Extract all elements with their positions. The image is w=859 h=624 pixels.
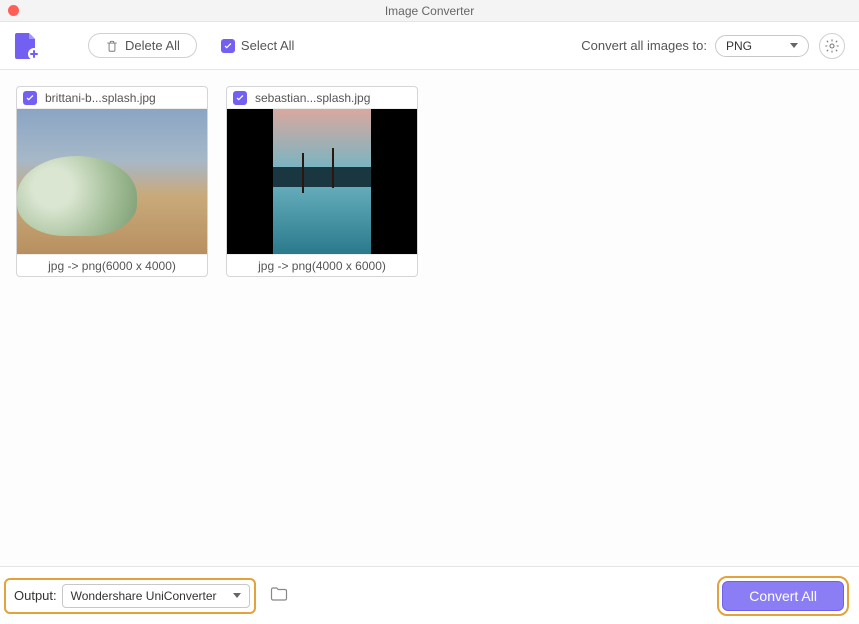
card-filename: brittani-b...splash.jpg [45,91,156,105]
convert-to-label: Convert all images to: [581,38,707,53]
gear-icon [824,38,840,54]
convert-all-button[interactable]: Convert All [722,581,844,611]
image-card[interactable]: sebastian...splash.jpg jpg -> png(4000 x… [226,86,418,277]
card-checkbox[interactable] [233,91,247,105]
output-path-group: Output: Wondershare UniConverter [4,578,256,614]
add-file-icon[interactable] [14,32,40,60]
format-value: PNG [726,39,752,53]
close-window-icon[interactable] [8,5,19,16]
settings-button[interactable] [819,33,845,59]
card-conversion-info: jpg -> png(4000 x 6000) [227,254,417,276]
thumbnail [17,109,207,254]
format-select[interactable]: PNG [715,35,809,57]
folder-icon [270,586,288,602]
output-path-select[interactable]: Wondershare UniConverter [62,584,250,608]
select-all-checkbox[interactable]: Select All [221,38,294,53]
bottombar: Output: Wondershare UniConverter Convert… [0,566,859,624]
trash-icon [105,39,119,53]
delete-all-button[interactable]: Delete All [88,33,197,58]
chevron-down-icon [790,43,798,48]
card-header: sebastian...splash.jpg [227,87,417,109]
chevron-down-icon [233,593,241,598]
select-all-label: Select All [241,38,294,53]
output-path-value: Wondershare UniConverter [71,589,217,603]
image-gallery: brittani-b...splash.jpg jpg -> png(6000 … [0,70,859,566]
window-controls [0,5,19,16]
window-title: Image Converter [385,4,474,18]
card-filename: sebastian...splash.jpg [255,91,370,105]
card-header: brittani-b...splash.jpg [17,87,207,109]
open-folder-button[interactable] [270,586,288,605]
card-conversion-info: jpg -> png(6000 x 4000) [17,254,207,276]
card-checkbox[interactable] [23,91,37,105]
delete-all-label: Delete All [125,38,180,53]
output-label: Output: [14,588,57,603]
image-card[interactable]: brittani-b...splash.jpg jpg -> png(6000 … [16,86,208,277]
convert-all-highlight: Convert All [717,576,849,616]
toolbar: Delete All Select All Convert all images… [0,22,859,70]
thumbnail [227,109,417,254]
checkbox-checked-icon [221,39,235,53]
titlebar: Image Converter [0,0,859,22]
convert-all-label: Convert All [749,588,817,604]
